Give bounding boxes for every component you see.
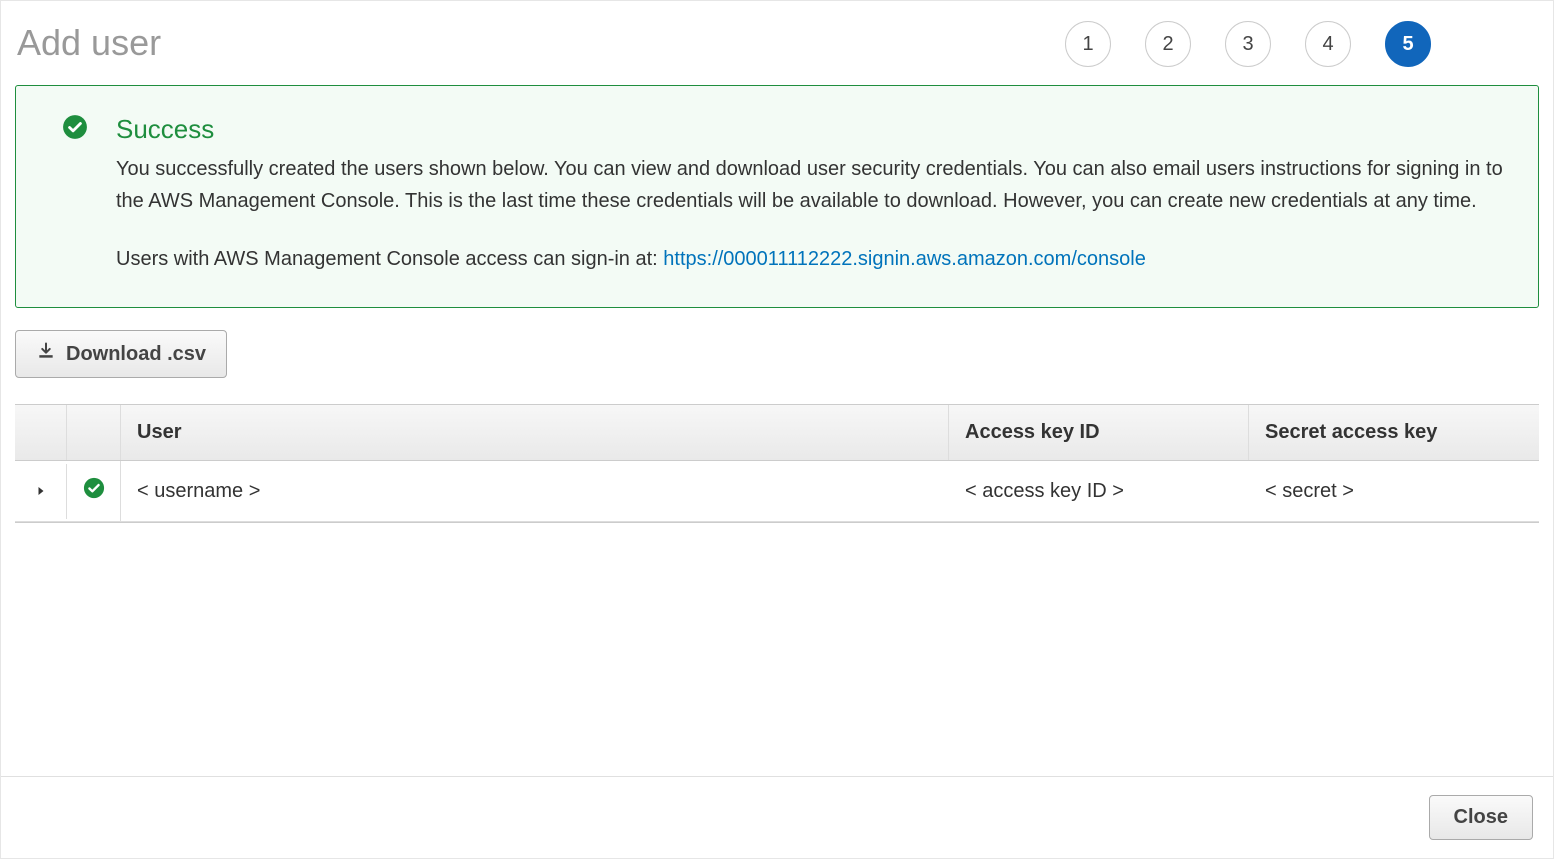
col-header-expand <box>15 405 67 460</box>
download-csv-button[interactable]: Download .csv <box>15 330 227 378</box>
wizard-step-4[interactable]: 4 <box>1305 21 1351 67</box>
table-row: < username > < access key ID > < secret … <box>15 461 1539 522</box>
close-button[interactable]: Close <box>1429 795 1533 840</box>
page-container: Add user 1 2 3 4 5 Success You successfu… <box>0 0 1554 859</box>
wizard-step-2[interactable]: 2 <box>1145 21 1191 67</box>
signin-url-link[interactable]: https://000011112222.signin.aws.amazon.c… <box>663 248 1146 270</box>
col-header-secret: Secret access key <box>1249 405 1539 460</box>
col-header-user: User <box>121 405 949 460</box>
row-status <box>67 461 121 521</box>
cell-access-key-id: < access key ID > <box>949 464 1249 519</box>
table-header: User Access key ID Secret access key <box>15 405 1539 461</box>
actions-row: Download .csv <box>15 330 1539 378</box>
wizard-stepper: 1 2 3 4 5 <box>1065 15 1539 67</box>
col-header-status <box>67 405 121 460</box>
success-alert: Success You successfully created the use… <box>15 85 1539 308</box>
download-csv-label: Download .csv <box>66 343 206 366</box>
page-title: Add user <box>17 22 161 64</box>
caret-right-icon <box>35 480 47 503</box>
alert-signin-prefix: Users with AWS Management Console access… <box>116 248 663 270</box>
row-expand-toggle[interactable] <box>15 464 67 519</box>
wizard-step-5[interactable]: 5 <box>1385 21 1431 67</box>
success-check-icon <box>62 114 88 275</box>
wizard-step-1[interactable]: 1 <box>1065 21 1111 67</box>
cell-secret: < secret > <box>1249 464 1539 519</box>
wizard-step-3[interactable]: 3 <box>1225 21 1271 67</box>
footer-bar: Close <box>1 776 1553 858</box>
alert-title: Success <box>116 114 1508 145</box>
col-header-access-key-id: Access key ID <box>949 405 1249 460</box>
users-table: User Access key ID Secret access key < u… <box>15 404 1539 523</box>
header-row: Add user 1 2 3 4 5 <box>15 15 1539 85</box>
download-icon <box>36 341 56 367</box>
alert-body: Success You successfully created the use… <box>116 114 1508 275</box>
cell-user: < username > <box>121 464 949 519</box>
alert-signin-line: Users with AWS Management Console access… <box>116 243 1508 275</box>
success-check-icon <box>83 477 105 505</box>
alert-message: You successfully created the users shown… <box>116 153 1508 217</box>
